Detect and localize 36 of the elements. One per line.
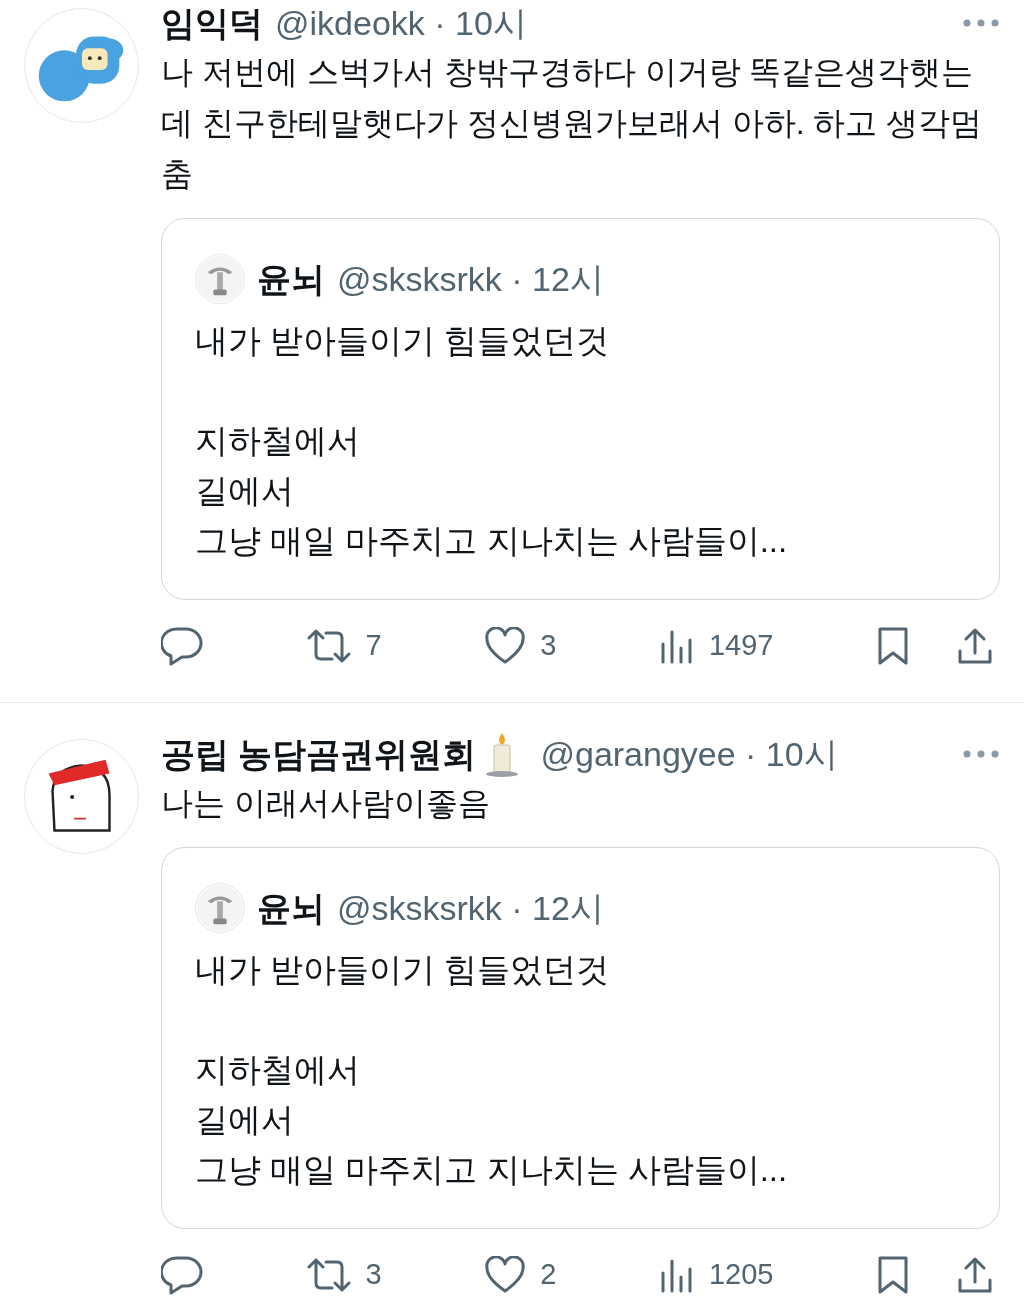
reply-icon[interactable] [161, 1255, 203, 1295]
view-count: 1205 [708, 1257, 774, 1293]
tweet-text: 나는 이래서사람이좋음 [161, 784, 491, 823]
heart-icon[interactable] [484, 1256, 527, 1294]
avatar[interactable] [195, 883, 245, 933]
like-count: 2 [540, 1257, 557, 1293]
view-count: 1497 [708, 628, 774, 664]
bookmark-icon[interactable] [876, 626, 910, 666]
repost-icon[interactable] [305, 628, 352, 664]
share-icon[interactable] [956, 1256, 994, 1294]
handle-and-time: @ikdeokk · 10시 [275, 2, 527, 44]
handle-and-time: @garangyee · 10시 [540, 733, 838, 775]
avatar[interactable] [195, 254, 245, 304]
display-name: 공립 농담곰권위원회 [161, 733, 477, 775]
more-icon[interactable] [962, 18, 1000, 28]
tweet-text: 지하철에서 길에서 그냥 매일 마주치고 지나치는 사람들이... [195, 1050, 789, 1190]
tweet-text: 내가 받아들이기 힘들었던것 [195, 950, 611, 990]
handle-and-time: @sksksrkk · 12시 [337, 258, 604, 300]
display-name: 윤뇌 [257, 258, 325, 300]
tweet-text: 나 저번에 스벅가서 창밖구경하다 이거랑 똑같은생각햇는데 친구한테말햇다가 정신병원가보래서 아하. 하고 생각멈춤 [161, 53, 984, 194]
share-icon[interactable] [956, 627, 994, 665]
heart-icon[interactable] [484, 627, 527, 665]
quoted-tweet-card[interactable]: 윤뇌 @sksksrkk · 12시 내가 받아들이기 힘들었던것 지하철에서 길에서 그냥 매일 마주치고 지나치는 사람들이... [161, 218, 1000, 600]
like-count: 3 [540, 628, 557, 664]
tweet-text: 지하철에서 길에서 그냥 매일 마주치고 지나치는 사람들이... [195, 421, 789, 561]
bookmark-icon[interactable] [876, 1255, 910, 1295]
display-name: 윤뇌 [257, 887, 325, 929]
reply-icon[interactable] [161, 626, 203, 666]
display-name: 임익덕 [161, 2, 263, 44]
quoted-tweet-card[interactable]: 윤뇌 @sksksrkk · 12시 내가 받아들이기 힘들었던것 지하철에서 길에서 그냥 매일 마주치고 지나치는 사람들이... [161, 847, 1000, 1229]
more-icon[interactable] [962, 749, 1000, 759]
repost-count: 3 [365, 1257, 382, 1293]
repost-icon[interactable] [305, 1257, 352, 1293]
handle-and-time: @sksksrkk · 12시 [337, 887, 604, 929]
tweet-text: 내가 받아들이기 힘들었던것 [195, 321, 611, 361]
repost-count: 7 [365, 628, 382, 664]
